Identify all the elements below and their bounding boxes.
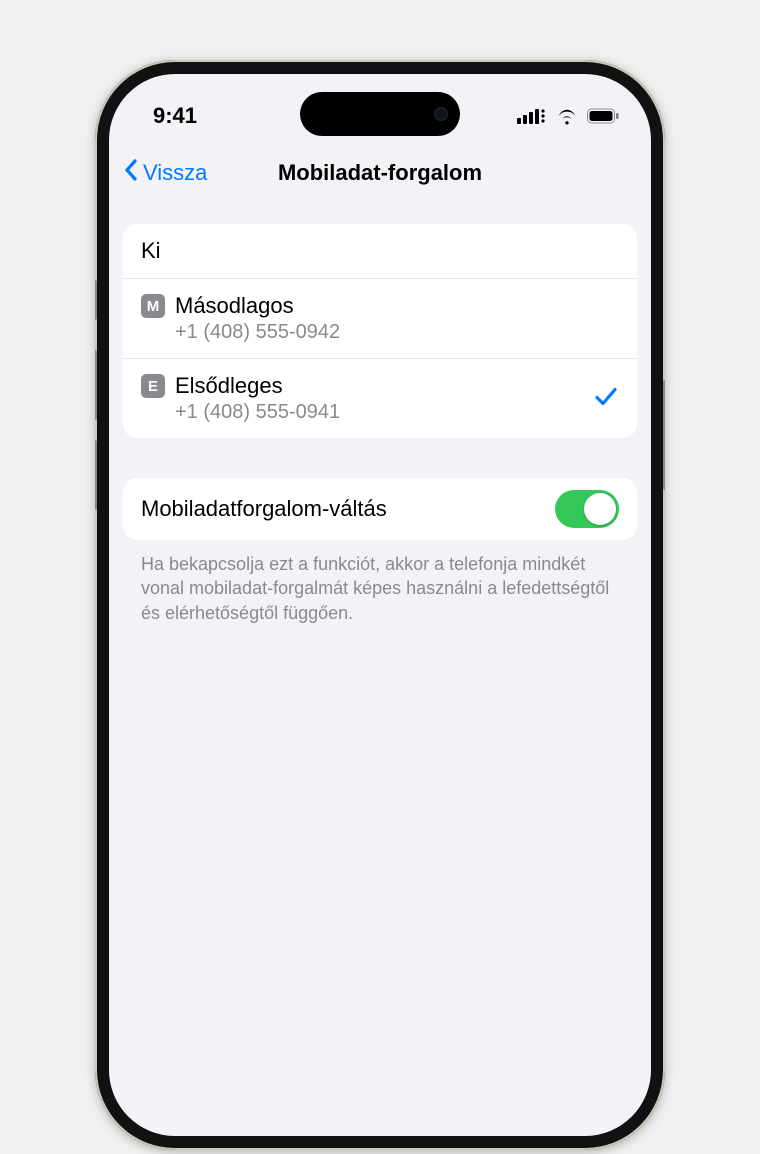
- content: Ki M Másodlagos +1 (408) 555-0942 E Első…: [109, 202, 651, 625]
- screen: 9:41: [109, 74, 651, 1136]
- line-name: Másodlagos: [175, 293, 294, 319]
- back-button[interactable]: Vissza: [123, 158, 207, 188]
- phone-side-button: [95, 280, 97, 320]
- phone-side-button: [95, 350, 97, 420]
- option-secondary[interactable]: M Másodlagos +1 (408) 555-0942: [123, 279, 637, 359]
- sim-badge-primary: E: [141, 374, 165, 398]
- front-camera: [434, 107, 448, 121]
- data-switching-group: Mobiladatforgalom-váltás: [123, 478, 637, 540]
- data-switching-footer: Ha bekapcsolja ezt a funkciót, akkor a t…: [123, 540, 637, 625]
- phone-side-button: [95, 440, 97, 510]
- chevron-left-icon: [123, 158, 139, 188]
- option-off[interactable]: Ki: [123, 224, 637, 279]
- line-number: +1 (408) 555-0941: [175, 401, 619, 424]
- phone-side-button: [663, 380, 665, 490]
- line-name: Elsődleges: [175, 373, 283, 399]
- navigation-bar: Vissza Mobiladat-forgalom: [109, 144, 651, 202]
- line-number: +1 (408) 555-0942: [175, 321, 619, 344]
- sim-badge-secondary: M: [141, 294, 165, 318]
- option-primary[interactable]: E Elsődleges +1 (408) 555-0941: [123, 359, 637, 438]
- status-time: 9:41: [153, 103, 197, 129]
- wifi-icon: [555, 107, 579, 125]
- data-line-group: Ki M Másodlagos +1 (408) 555-0942 E Első…: [123, 224, 637, 438]
- data-switching-toggle[interactable]: [555, 490, 619, 528]
- phone-frame: 9:41: [95, 60, 665, 1150]
- dynamic-island: [300, 92, 460, 136]
- option-off-label: Ki: [141, 238, 161, 264]
- data-switching-row: Mobiladatforgalom-váltás: [123, 478, 637, 540]
- dual-signal-icon: [517, 108, 547, 124]
- toggle-knob: [584, 493, 616, 525]
- battery-icon: [587, 108, 619, 124]
- data-switching-label: Mobiladatforgalom-váltás: [141, 496, 387, 522]
- checkmark-icon: [593, 383, 619, 414]
- back-label: Vissza: [143, 160, 207, 186]
